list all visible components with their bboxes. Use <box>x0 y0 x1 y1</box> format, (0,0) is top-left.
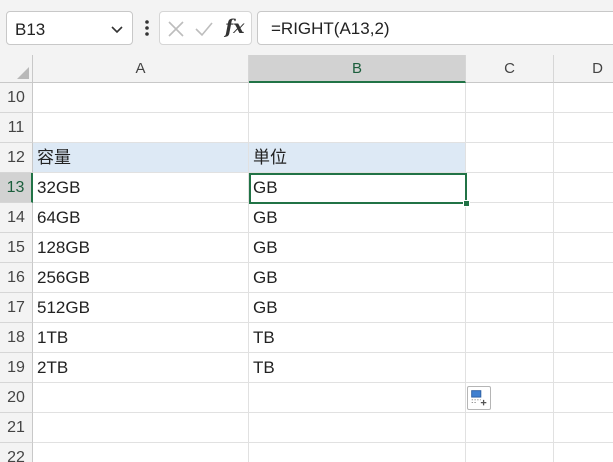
cell-c[interactable] <box>466 443 554 462</box>
cell-c[interactable] <box>466 143 554 173</box>
cell-c[interactable] <box>466 293 554 323</box>
quick-analysis-icon <box>471 390 487 406</box>
cell-b[interactable]: TB <box>249 323 466 353</box>
cell-a[interactable] <box>33 113 249 143</box>
formula-text[interactable]: =RIGHT(A13,2) <box>271 19 390 39</box>
cell-a[interactable]: 32GB <box>33 173 249 203</box>
fill-handle[interactable] <box>463 200 470 207</box>
row-header[interactable]: 14 <box>0 203 33 233</box>
cell-b[interactable]: GB <box>249 233 466 263</box>
cell-c[interactable] <box>466 353 554 383</box>
cell-c[interactable] <box>466 113 554 143</box>
cell-a[interactable] <box>33 83 249 113</box>
cell-d[interactable] <box>554 293 613 323</box>
cell-b[interactable]: GB <box>249 293 466 323</box>
row-header[interactable]: 20 <box>0 383 33 413</box>
chevron-down-icon[interactable] <box>110 22 124 36</box>
row-header[interactable]: 10 <box>0 83 33 113</box>
cell-a[interactable]: 2TB <box>33 353 249 383</box>
row-header[interactable]: 18 <box>0 323 33 353</box>
cell-c[interactable] <box>466 413 554 443</box>
cell-b[interactable]: GB <box>249 263 466 293</box>
cell-c[interactable] <box>466 173 554 203</box>
cell-b[interactable]: TB <box>249 353 466 383</box>
cell-a[interactable]: 1TB <box>33 323 249 353</box>
column-header-c[interactable]: C <box>466 55 554 83</box>
row-header[interactable]: 11 <box>0 113 33 143</box>
row-header[interactable]: 13 <box>0 173 33 203</box>
cell-a[interactable] <box>33 413 249 443</box>
cell-d[interactable] <box>554 233 613 263</box>
formula-bar: B13 fx =RIGHT(A13,2) <box>0 0 613 55</box>
cell-c[interactable] <box>466 203 554 233</box>
row-header[interactable]: 21 <box>0 413 33 443</box>
row-header[interactable]: 19 <box>0 353 33 383</box>
cell-d[interactable] <box>554 323 613 353</box>
cell-d[interactable] <box>554 113 613 143</box>
cell-b[interactable] <box>249 413 466 443</box>
cell-a[interactable]: 128GB <box>33 233 249 263</box>
row-header[interactable]: 17 <box>0 293 33 323</box>
cell-d[interactable] <box>554 83 613 113</box>
cell-c[interactable] <box>466 263 554 293</box>
cell-b[interactable] <box>249 383 466 413</box>
column-header-b[interactable]: B <box>249 55 466 83</box>
cell-c[interactable] <box>466 233 554 263</box>
row-header[interactable]: 22 <box>0 443 33 462</box>
cell-a[interactable]: 64GB <box>33 203 249 233</box>
name-box[interactable]: B13 <box>6 11 133 45</box>
cell-d[interactable] <box>554 353 613 383</box>
check-icon[interactable] <box>194 19 214 39</box>
cell-c[interactable] <box>466 323 554 353</box>
select-all-corner[interactable] <box>0 55 33 83</box>
formula-input[interactable]: =RIGHT(A13,2) <box>257 11 613 45</box>
row-header[interactable]: 15 <box>0 233 33 263</box>
cell-d[interactable] <box>554 413 613 443</box>
insert-function-icon[interactable]: fx <box>225 16 245 38</box>
cell-b[interactable] <box>249 443 466 462</box>
cell-a[interactable]: 512GB <box>33 293 249 323</box>
formula-buttons: fx <box>159 11 252 45</box>
quick-analysis-button[interactable] <box>467 386 491 410</box>
column-header-d[interactable]: D <box>554 55 613 83</box>
cell-d[interactable] <box>554 383 613 413</box>
cell-a[interactable] <box>33 443 249 462</box>
cell-a[interactable]: 256GB <box>33 263 249 293</box>
row-header[interactable]: 16 <box>0 263 33 293</box>
vertical-dots-icon[interactable] <box>140 14 154 42</box>
cell-d[interactable] <box>554 443 613 462</box>
name-box-value[interactable]: B13 <box>15 20 45 40</box>
cell-a[interactable]: 容量 <box>33 143 249 173</box>
column-header-a[interactable]: A <box>33 55 249 83</box>
cell-b[interactable]: GB <box>249 203 466 233</box>
active-cell-border <box>249 173 470 207</box>
cell-b[interactable]: 単位 <box>249 143 466 173</box>
cell-b[interactable] <box>249 83 466 113</box>
cell-d[interactable] <box>554 203 613 233</box>
cell-c[interactable] <box>466 83 554 113</box>
cell-d[interactable] <box>554 143 613 173</box>
cell-d[interactable] <box>554 173 613 203</box>
spreadsheet-grid: A B C D 10 11 12 容量 単位 13 32GB GB 14 64GB GB 15 128G… <box>0 55 613 462</box>
row-header[interactable]: 12 <box>0 143 33 173</box>
cell-d[interactable] <box>554 263 613 293</box>
cancel-x-icon[interactable] <box>166 19 186 39</box>
cell-b[interactable] <box>249 113 466 143</box>
cell-a[interactable] <box>33 383 249 413</box>
